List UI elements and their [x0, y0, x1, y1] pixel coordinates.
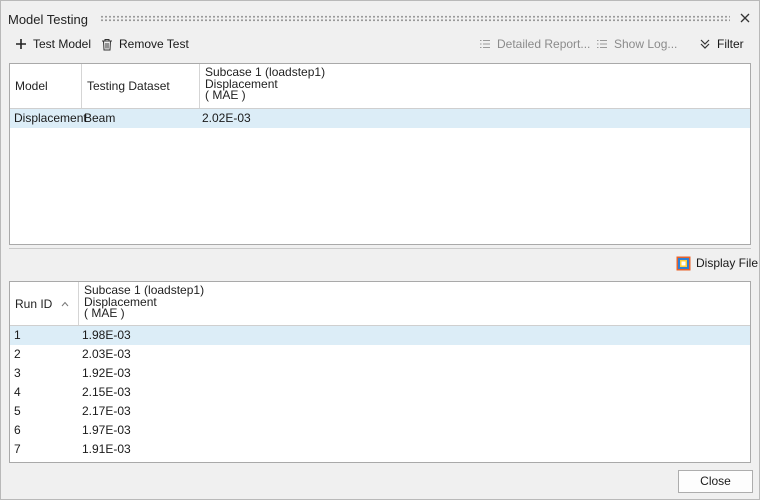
- panel-splitter[interactable]: [9, 246, 751, 249]
- runs-table-header: Run ID Subcase 1 (loadstep1) Displacemen…: [10, 282, 750, 326]
- value-cell: 1.98E-03: [82, 328, 131, 342]
- table-row[interactable]: 3 1.92E-03: [10, 364, 750, 383]
- filter-label: Filter: [717, 37, 744, 51]
- close-icon[interactable]: [738, 11, 752, 25]
- models-table: Model Testing Dataset Subcase 1 (loadste…: [9, 63, 751, 245]
- run-id-cell: 6: [14, 423, 21, 437]
- run-id-cell: 4: [14, 385, 21, 399]
- list-icon: [595, 37, 609, 51]
- test-model-button[interactable]: Test Model: [14, 35, 91, 53]
- test-model-label: Test Model: [33, 37, 92, 51]
- column-header-subcase[interactable]: Subcase 1 (loadstep1) Displacement ( MAE…: [200, 64, 750, 108]
- table-row[interactable]: 2 2.03E-03: [10, 345, 750, 364]
- column-label: Run ID: [15, 296, 53, 311]
- column-header-model[interactable]: Model: [10, 64, 82, 108]
- column-header-subcase[interactable]: Subcase 1 (loadstep1) Displacement ( MAE…: [79, 282, 750, 325]
- value-cell: 1.92E-03: [82, 366, 131, 380]
- run-id-cell: 5: [14, 404, 21, 418]
- trash-icon: [100, 37, 114, 51]
- table-row[interactable]: Displacement Beam 2.02E-03: [10, 109, 750, 128]
- display-file-button[interactable]: Display File: [676, 254, 758, 272]
- value-cell: 1.97E-03: [82, 423, 131, 437]
- table-row[interactable]: 1 1.98E-03: [10, 326, 750, 345]
- display-file-icon: [676, 256, 691, 270]
- dataset-cell: Beam: [84, 111, 116, 125]
- run-id-cell: 1: [14, 328, 21, 342]
- drag-grip[interactable]: [100, 15, 730, 22]
- list-icon: [478, 37, 492, 51]
- detailed-report-button[interactable]: Detailed Report...: [478, 35, 590, 53]
- column-header-run-id[interactable]: Run ID: [10, 282, 79, 325]
- value-cell: 2.17E-03: [82, 404, 131, 418]
- value-cell: 2.02E-03: [202, 111, 251, 125]
- value-cell: 2.15E-03: [82, 385, 131, 399]
- run-id-cell: 2: [14, 347, 21, 361]
- filter-button[interactable]: Filter: [698, 35, 744, 53]
- column-label: Subcase 1 (loadstep1) Displacement ( MAE…: [205, 66, 325, 102]
- value-cell: 1.91E-03: [82, 442, 131, 456]
- metric: ( MAE ): [84, 306, 125, 320]
- model-testing-dialog: Model Testing Test Model Remove Test Det…: [0, 0, 760, 500]
- table-row[interactable]: 6 1.97E-03: [10, 421, 750, 440]
- toolbar: Test Model Remove Test Detailed Report..…: [1, 33, 759, 55]
- metric: ( MAE ): [205, 88, 246, 102]
- column-label: Testing Dataset: [87, 79, 170, 93]
- table-row[interactable]: 5 2.17E-03: [10, 402, 750, 421]
- table-row[interactable]: 7 1.91E-03: [10, 440, 750, 459]
- table-row[interactable]: 4 2.15E-03: [10, 383, 750, 402]
- run-id-cell: 3: [14, 366, 21, 380]
- show-log-button[interactable]: Show Log...: [595, 35, 677, 53]
- models-table-header: Model Testing Dataset Subcase 1 (loadste…: [10, 64, 750, 109]
- column-label: Model: [15, 79, 48, 93]
- display-file-label: Display File: [696, 256, 759, 270]
- remove-test-label: Remove Test: [119, 37, 189, 51]
- double-chevron-down-icon: [698, 37, 712, 51]
- column-label: Subcase 1 (loadstep1) Displacement ( MAE…: [84, 284, 204, 320]
- title-bar[interactable]: Model Testing: [1, 1, 759, 33]
- column-header-testing-dataset[interactable]: Testing Dataset: [82, 64, 200, 108]
- model-cell: Displacement: [14, 111, 87, 125]
- close-button[interactable]: Close: [678, 470, 753, 493]
- plus-icon: [14, 37, 28, 51]
- detailed-report-label: Detailed Report...: [497, 37, 591, 51]
- run-id-cell: 7: [14, 442, 21, 456]
- sort-ascending-icon: [61, 301, 69, 307]
- runs-table: Run ID Subcase 1 (loadstep1) Displacemen…: [9, 281, 751, 463]
- dialog-title: Model Testing: [8, 12, 88, 27]
- show-log-label: Show Log...: [614, 37, 678, 51]
- remove-test-button[interactable]: Remove Test: [100, 35, 189, 53]
- value-cell: 2.03E-03: [82, 347, 131, 361]
